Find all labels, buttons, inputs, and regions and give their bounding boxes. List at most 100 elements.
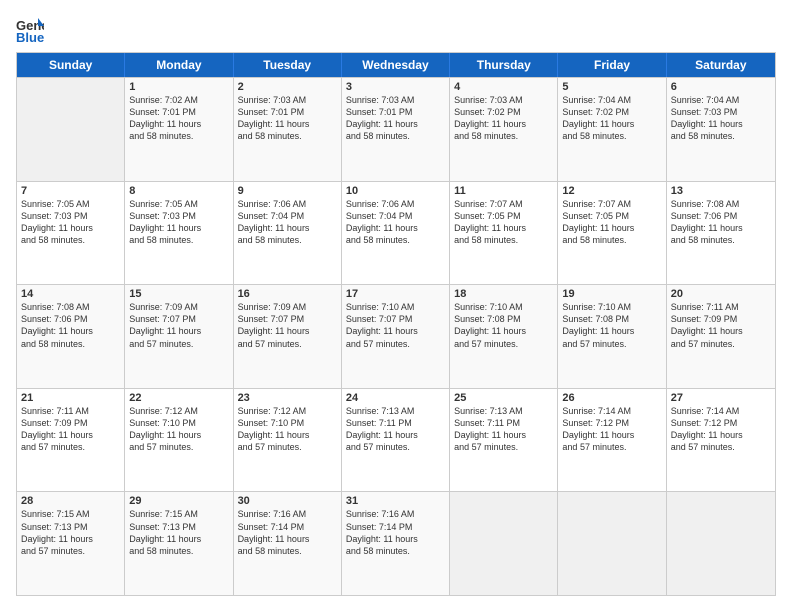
cell-info-line: Sunrise: 7:04 AM <box>562 94 661 106</box>
cell-info-line: Sunrise: 7:16 AM <box>346 508 445 520</box>
cell-info-line: and 57 minutes. <box>346 441 445 453</box>
day-number: 29 <box>129 495 228 507</box>
calendar-cell: 12Sunrise: 7:07 AMSunset: 7:05 PMDayligh… <box>558 182 666 285</box>
day-number: 27 <box>671 392 771 404</box>
col-header-wednesday: Wednesday <box>342 53 450 77</box>
cell-info-line: Sunrise: 7:14 AM <box>671 405 771 417</box>
cell-info-line: and 58 minutes. <box>129 234 228 246</box>
day-number: 9 <box>238 185 337 197</box>
cell-info-line: Sunrise: 7:15 AM <box>129 508 228 520</box>
col-header-tuesday: Tuesday <box>234 53 342 77</box>
header: General Blue <box>16 16 776 44</box>
cell-info-line: and 57 minutes. <box>346 338 445 350</box>
calendar-cell: 17Sunrise: 7:10 AMSunset: 7:07 PMDayligh… <box>342 285 450 388</box>
cell-info-line: Sunset: 7:12 PM <box>671 417 771 429</box>
cell-info-line: Sunset: 7:08 PM <box>562 313 661 325</box>
calendar-cell: 14Sunrise: 7:08 AMSunset: 7:06 PMDayligh… <box>17 285 125 388</box>
calendar-cell: 15Sunrise: 7:09 AMSunset: 7:07 PMDayligh… <box>125 285 233 388</box>
cell-info-line: and 58 minutes. <box>129 130 228 142</box>
calendar-cell: 19Sunrise: 7:10 AMSunset: 7:08 PMDayligh… <box>558 285 666 388</box>
day-number: 24 <box>346 392 445 404</box>
day-number: 17 <box>346 288 445 300</box>
cell-info-line: Daylight: 11 hours <box>346 222 445 234</box>
day-number: 31 <box>346 495 445 507</box>
cell-info-line: Sunset: 7:02 PM <box>562 106 661 118</box>
cell-info-line: Sunset: 7:06 PM <box>21 313 120 325</box>
col-header-sunday: Sunday <box>17 53 125 77</box>
cell-info-line: Sunset: 7:03 PM <box>129 210 228 222</box>
cell-info-line: Sunrise: 7:08 AM <box>671 198 771 210</box>
calendar-cell: 9Sunrise: 7:06 AMSunset: 7:04 PMDaylight… <box>234 182 342 285</box>
day-number: 6 <box>671 81 771 93</box>
cell-info-line: Daylight: 11 hours <box>562 118 661 130</box>
calendar-cell <box>558 492 666 595</box>
calendar-cell: 1Sunrise: 7:02 AMSunset: 7:01 PMDaylight… <box>125 78 233 181</box>
cell-info-line: and 57 minutes. <box>238 338 337 350</box>
day-number: 4 <box>454 81 553 93</box>
cell-info-line: Sunrise: 7:15 AM <box>21 508 120 520</box>
day-number: 1 <box>129 81 228 93</box>
calendar-cell: 30Sunrise: 7:16 AMSunset: 7:14 PMDayligh… <box>234 492 342 595</box>
day-number: 26 <box>562 392 661 404</box>
calendar-row: 21Sunrise: 7:11 AMSunset: 7:09 PMDayligh… <box>17 388 775 492</box>
cell-info-line: Sunset: 7:01 PM <box>129 106 228 118</box>
cell-info-line: Sunrise: 7:07 AM <box>454 198 553 210</box>
calendar-cell: 21Sunrise: 7:11 AMSunset: 7:09 PMDayligh… <box>17 389 125 492</box>
cell-info-line: Daylight: 11 hours <box>129 118 228 130</box>
day-number: 30 <box>238 495 337 507</box>
calendar-row: 1Sunrise: 7:02 AMSunset: 7:01 PMDaylight… <box>17 77 775 181</box>
cell-info-line: Daylight: 11 hours <box>129 222 228 234</box>
day-number: 20 <box>671 288 771 300</box>
cell-info-line: Sunrise: 7:09 AM <box>129 301 228 313</box>
cell-info-line: Sunset: 7:06 PM <box>671 210 771 222</box>
calendar-cell: 4Sunrise: 7:03 AMSunset: 7:02 PMDaylight… <box>450 78 558 181</box>
calendar-cell: 22Sunrise: 7:12 AMSunset: 7:10 PMDayligh… <box>125 389 233 492</box>
cell-info-line: Sunrise: 7:10 AM <box>346 301 445 313</box>
cell-info-line: Sunset: 7:14 PM <box>346 521 445 533</box>
cell-info-line: Sunset: 7:02 PM <box>454 106 553 118</box>
cell-info-line: Daylight: 11 hours <box>346 118 445 130</box>
cell-info-line: Daylight: 11 hours <box>671 222 771 234</box>
cell-info-line: and 58 minutes. <box>454 130 553 142</box>
cell-info-line: Sunrise: 7:06 AM <box>346 198 445 210</box>
cell-info-line: Sunset: 7:01 PM <box>238 106 337 118</box>
cell-info-line: Sunset: 7:10 PM <box>238 417 337 429</box>
calendar-header: SundayMondayTuesdayWednesdayThursdayFrid… <box>17 53 775 77</box>
page: General Blue SundayMondayTuesdayWednesda… <box>0 0 792 612</box>
cell-info-line: Sunset: 7:11 PM <box>454 417 553 429</box>
cell-info-line: Sunset: 7:01 PM <box>346 106 445 118</box>
calendar-cell: 5Sunrise: 7:04 AMSunset: 7:02 PMDaylight… <box>558 78 666 181</box>
svg-text:Blue: Blue <box>16 30 44 44</box>
cell-info-line: Sunset: 7:14 PM <box>238 521 337 533</box>
cell-info-line: Sunrise: 7:03 AM <box>346 94 445 106</box>
cell-info-line: Daylight: 11 hours <box>129 325 228 337</box>
day-number: 5 <box>562 81 661 93</box>
cell-info-line: Daylight: 11 hours <box>21 429 120 441</box>
cell-info-line: Sunrise: 7:11 AM <box>21 405 120 417</box>
cell-info-line: Daylight: 11 hours <box>129 429 228 441</box>
calendar-cell: 6Sunrise: 7:04 AMSunset: 7:03 PMDaylight… <box>667 78 775 181</box>
calendar-cell: 24Sunrise: 7:13 AMSunset: 7:11 PMDayligh… <box>342 389 450 492</box>
cell-info-line: Sunset: 7:05 PM <box>562 210 661 222</box>
cell-info-line: Sunrise: 7:07 AM <box>562 198 661 210</box>
cell-info-line: and 58 minutes. <box>671 130 771 142</box>
cell-info-line: Daylight: 11 hours <box>346 325 445 337</box>
cell-info-line: Daylight: 11 hours <box>671 325 771 337</box>
cell-info-line: Daylight: 11 hours <box>346 429 445 441</box>
calendar-cell: 29Sunrise: 7:15 AMSunset: 7:13 PMDayligh… <box>125 492 233 595</box>
cell-info-line: and 57 minutes. <box>454 338 553 350</box>
cell-info-line: and 58 minutes. <box>346 130 445 142</box>
calendar-row: 7Sunrise: 7:05 AMSunset: 7:03 PMDaylight… <box>17 181 775 285</box>
cell-info-line: Sunset: 7:13 PM <box>129 521 228 533</box>
cell-info-line: and 58 minutes. <box>238 130 337 142</box>
calendar-cell: 10Sunrise: 7:06 AMSunset: 7:04 PMDayligh… <box>342 182 450 285</box>
calendar-cell: 27Sunrise: 7:14 AMSunset: 7:12 PMDayligh… <box>667 389 775 492</box>
cell-info-line: and 58 minutes. <box>129 545 228 557</box>
cell-info-line: and 57 minutes. <box>21 545 120 557</box>
cell-info-line: Sunset: 7:03 PM <box>671 106 771 118</box>
cell-info-line: and 57 minutes. <box>454 441 553 453</box>
cell-info-line: Sunrise: 7:11 AM <box>671 301 771 313</box>
cell-info-line: Sunset: 7:11 PM <box>346 417 445 429</box>
day-number: 25 <box>454 392 553 404</box>
cell-info-line: Daylight: 11 hours <box>562 429 661 441</box>
